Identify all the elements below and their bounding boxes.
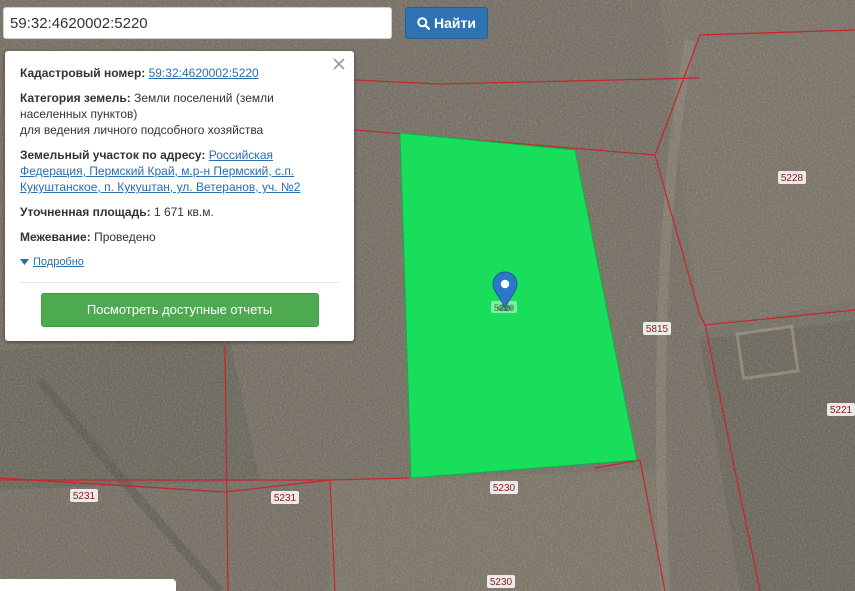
parcel-label-5228: 5228 <box>778 171 806 184</box>
search-input[interactable] <box>3 7 392 39</box>
search-button[interactable]: Найти <box>405 7 488 39</box>
area-row: Уточненная площадь: 1 671 кв.м. <box>20 204 339 220</box>
land-category-label: Категория земель: <box>20 91 131 105</box>
parcel-label-5815: 5815 <box>643 322 671 335</box>
parcel-label-5221: 5221 <box>827 403 855 416</box>
svg-text:5221: 5221 <box>830 405 853 416</box>
cadastral-number-label: Кадастровый номер: <box>20 66 146 80</box>
parcel-info-popup: Кадастровый номер: 59:32:4620002:5220 Ка… <box>5 51 354 341</box>
land-purpose-value: для ведения личного подсобного хозяйства <box>20 123 264 137</box>
view-reports-button[interactable]: Посмотреть доступные отчеты <box>40 293 319 327</box>
parcel-label-5230-top: 5230 <box>490 481 518 494</box>
svg-text:5815: 5815 <box>646 324 669 335</box>
land-category-row: Категория земель: Земли поселений (земли… <box>20 90 339 138</box>
svg-text:5228: 5228 <box>781 173 804 184</box>
search-button-label: Найти <box>434 15 476 31</box>
parcel-label-5230-bottom: 5230 <box>487 575 515 588</box>
survey-row: Межевание: Проведено <box>20 229 339 245</box>
survey-value: Проведено <box>94 230 156 244</box>
svg-text:5230: 5230 <box>490 577 513 588</box>
svg-text:5231: 5231 <box>73 491 96 502</box>
cadastral-number-row: Кадастровый номер: 59:32:4620002:5220 <box>20 65 339 81</box>
popup-divider <box>20 282 339 283</box>
parcel-label-5231-center: 5231 <box>271 491 299 504</box>
map-footer-panel <box>0 579 176 591</box>
svg-text:5230: 5230 <box>493 483 516 494</box>
details-toggle[interactable]: Подробно <box>20 254 339 270</box>
svg-text:5231: 5231 <box>274 493 297 504</box>
caret-down-icon <box>20 259 29 265</box>
address-row: Земельный участок по адресу: Российская … <box>20 147 339 195</box>
survey-label: Межевание: <box>20 230 91 244</box>
search-icon <box>417 16 431 30</box>
address-label: Земельный участок по адресу: <box>20 148 206 162</box>
parcel-label-5231-left: 5231 <box>70 489 98 502</box>
cadastral-number-link[interactable]: 59:32:4620002:5220 <box>149 66 259 80</box>
close-icon[interactable] <box>332 57 346 71</box>
area-value: 1 671 кв.м. <box>153 205 214 219</box>
area-label: Уточненная площадь: <box>20 205 151 219</box>
details-link[interactable]: Подробно <box>33 254 84 270</box>
